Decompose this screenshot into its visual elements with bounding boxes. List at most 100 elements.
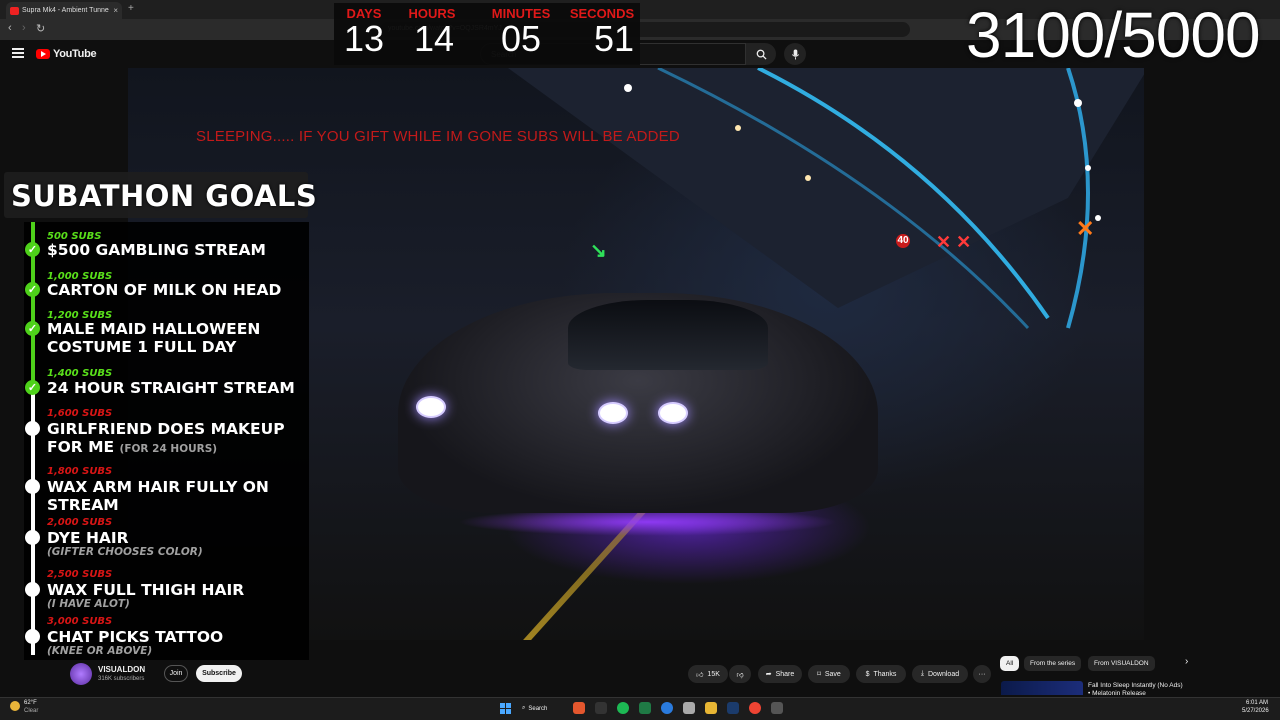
thanks-icon: $ <box>865 670 870 678</box>
subscriber-goal-counter: 3100/5000 <box>966 0 1261 71</box>
countdown-value-seconds: 51 <box>593 18 635 59</box>
goal-text: WAX ARM HAIR FULLY ON <box>47 478 269 496</box>
youtube-logo-text: YouTube <box>53 48 97 60</box>
goal-subs: 1,400 SUBS <box>47 368 113 379</box>
back-icon[interactable]: ‹ <box>8 22 12 34</box>
steam-icon[interactable] <box>727 702 739 714</box>
goal-subs: 2,500 SUBS <box>47 569 113 580</box>
file-explorer-icon[interactable] <box>705 702 717 714</box>
search-button[interactable] <box>746 43 776 65</box>
goal-text-line2: STREAM <box>47 496 119 514</box>
goal-note: (KNEE OR ABOVE) <box>47 645 153 657</box>
new-tab-button[interactable]: + <box>128 3 134 14</box>
chrome-icon[interactable] <box>749 702 761 714</box>
clock-date[interactable]: 5/27/2026 <box>1242 708 1269 714</box>
thumbs-up-icon: 👍︎ <box>696 671 704 679</box>
goal-text-line2-main: FOR ME <box>47 438 115 456</box>
app-icon[interactable] <box>661 702 673 714</box>
chip-all[interactable]: All <box>1000 656 1020 671</box>
goal-subs: 2,000 SUBS <box>47 517 113 528</box>
save-button[interactable]: ⌑ Save <box>808 665 850 683</box>
goal-check-icon: ✓ <box>25 282 40 297</box>
download-button[interactable]: ⤓ Download <box>912 665 968 683</box>
download-label: Download <box>927 670 960 678</box>
goal-text: MALE MAID HALLOWEEN <box>47 320 261 338</box>
goal-check-icon: ✓ <box>25 242 40 257</box>
chip-from-series[interactable]: From the series <box>1024 656 1082 671</box>
goal-check-icon: ✓ <box>25 321 40 336</box>
reload-icon[interactable]: ↻ <box>36 22 45 35</box>
weather-temperature: 62°F <box>24 700 37 706</box>
like-button[interactable]: 👍︎ 15K <box>688 665 728 683</box>
goal-note: (GIFTER CHOOSES COLOR) <box>47 546 203 558</box>
app-icon[interactable] <box>771 702 783 714</box>
goal-pending-dot <box>25 479 40 494</box>
channel-subscriber-count: 316K subscribers <box>98 676 145 682</box>
countdown-value-hours: 14 <box>413 18 455 59</box>
search-icon <box>756 49 767 60</box>
goal-text: GIRLFRIEND DOES MAKEUP <box>47 420 285 438</box>
goal-subs: 1,600 SUBS <box>47 408 113 419</box>
youtube-favicon-icon <box>10 6 19 15</box>
document-icon[interactable] <box>683 702 695 714</box>
clock-time[interactable]: 6:01 AM <box>1246 700 1268 706</box>
subscribe-button[interactable]: Subscribe <box>196 665 242 682</box>
lane-closed-orange-sign: ✕ <box>1076 216 1095 241</box>
weather-icon[interactable] <box>10 701 20 711</box>
share-label: Share <box>775 670 795 678</box>
channel-name[interactable]: VISUALDON <box>98 665 145 674</box>
youtube-play-icon <box>36 49 50 59</box>
goal-subs: 3,000 SUBS <box>47 616 113 627</box>
recommended-video-thumbnail[interactable] <box>1001 681 1083 695</box>
brave-browser-icon[interactable] <box>573 702 585 714</box>
browser-tab[interactable]: Supra Mk4 - Ambient Tunne × <box>6 2 122 19</box>
taskbar-search-label: Search <box>528 705 548 712</box>
voice-search-button[interactable] <box>784 43 806 65</box>
car-windshield <box>568 300 768 370</box>
thanks-button[interactable]: $ Thanks <box>856 665 906 683</box>
channel-avatar[interactable] <box>70 663 92 685</box>
goal-pending-dot <box>25 421 40 436</box>
goal-text-line2: COSTUME 1 FULL DAY <box>47 338 237 356</box>
goal-pending-dot <box>25 629 40 644</box>
goal-check-icon: ✓ <box>25 380 40 395</box>
hamburger-menu-icon[interactable] <box>12 48 24 58</box>
save-label: Save <box>824 670 841 678</box>
goals-title: SUBATHON GOALS <box>11 179 318 213</box>
excel-icon[interactable] <box>639 702 651 714</box>
terminal-icon[interactable] <box>595 702 607 714</box>
goal-text: DYE HAIR <box>47 529 129 547</box>
goal-subs: 1,800 SUBS <box>47 466 113 477</box>
taskbar-search[interactable]: ⌕ Search <box>522 702 564 715</box>
like-count: 15K <box>707 670 720 678</box>
thanks-label: Thanks <box>873 670 897 678</box>
goal-note: (FOR 24 HOURS) <box>119 443 218 455</box>
taskbar-search-icon: ⌕ <box>522 705 526 711</box>
windows-start-icon[interactable] <box>500 703 511 714</box>
countdown-value-minutes: 05 <box>500 18 542 59</box>
goal-text: $500 GAMBLING STREAM <box>47 241 266 259</box>
tab-close-icon[interactable]: × <box>113 6 118 15</box>
share-icon: ➦ <box>765 671 772 678</box>
chip-from-channel[interactable]: From VISUALDON <box>1088 656 1155 671</box>
youtube-logo[interactable]: YouTube <box>36 48 97 60</box>
dislike-button[interactable]: 👎︎ <box>729 665 751 683</box>
goal-pending-dot <box>25 582 40 597</box>
spotify-icon[interactable] <box>617 702 629 714</box>
green-arrow-sign: ↘ <box>590 240 607 262</box>
thumbs-down-icon: 👎︎ <box>736 671 744 679</box>
recommended-video-title[interactable]: Fall Into Sleep Instantly (No Ads) • Mel… <box>1088 682 1184 698</box>
goal-text: CHAT PICKS TATTOO <box>47 628 224 646</box>
speed-limit-sign: 40 <box>896 234 910 248</box>
download-icon: ⤓ <box>920 670 924 677</box>
left-headlight <box>416 396 446 418</box>
share-button[interactable]: ➦ Share <box>758 665 802 683</box>
forward-icon[interactable]: › <box>22 22 26 34</box>
weather-description: Clear <box>24 708 39 714</box>
join-button[interactable]: Join <box>164 665 188 682</box>
tab-title: Supra Mk4 - Ambient Tunne <box>22 7 109 14</box>
goal-text-line2: FOR ME (FOR 24 HOURS) <box>47 438 217 458</box>
goal-text: CARTON OF MILK ON HEAD <box>47 281 282 299</box>
chips-next-icon[interactable]: › <box>1185 656 1188 667</box>
more-actions-button[interactable]: ··· <box>973 665 991 683</box>
